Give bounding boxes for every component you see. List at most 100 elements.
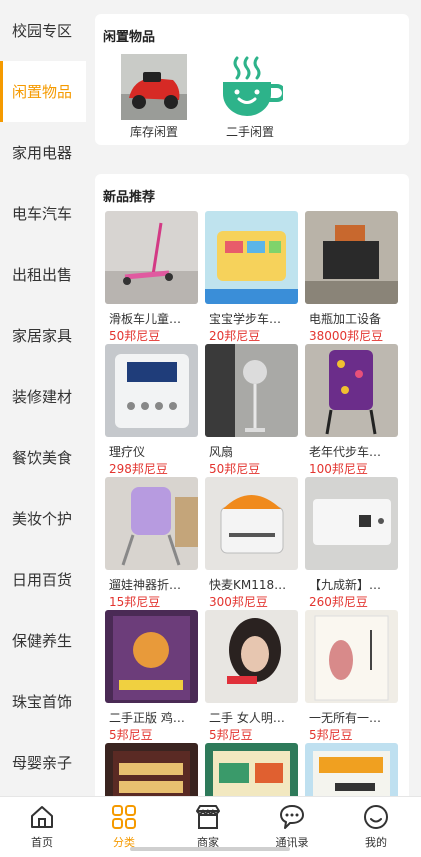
product-name: 二手正版 鸡… <box>109 711 185 725</box>
product-price: 38000邦尼豆 <box>309 329 384 343</box>
tab-label: 我的 <box>365 836 387 849</box>
product-item[interactable]: 一无所有一… 5邦尼豆 <box>305 610 398 743</box>
sidebar-item-label: 保健养生 <box>12 632 73 650</box>
new-products-card: 新品推荐 滑板车儿童… 50邦尼豆 宝宝学步车… 20邦尼豆 电瓶加工设备 38… <box>95 174 409 796</box>
category-content: 闲置物品 库存闲置 二手闲置 新品推荐 滑板车儿童… 50邦尼豆 宝宝学步车… … <box>86 0 421 796</box>
product-name: 快麦KM118… <box>209 578 287 592</box>
product-price: 5邦尼豆 <box>209 728 253 742</box>
product-thumbnail <box>105 477 198 570</box>
product-item[interactable]: 风扇 50邦尼豆 <box>205 344 298 477</box>
product-price: 100邦尼豆 <box>309 462 368 476</box>
sidebar-item-label: 出租出售 <box>12 266 73 284</box>
product-item[interactable]: 宝宝学步车… 20邦尼豆 <box>205 211 298 344</box>
product-name: 一无所有一… <box>309 711 382 725</box>
product-item[interactable]: 快麦KM118… 300邦尼豆 <box>205 477 298 610</box>
section-title: 闲置物品 <box>103 30 156 45</box>
product-item[interactable]: 【九成新】… 260邦尼豆 <box>305 477 398 610</box>
tab-merchant[interactable]: 商家 <box>166 803 250 850</box>
sidebar-item-label: 装修建材 <box>12 388 73 406</box>
category-second-hand[interactable]: 二手闲置 <box>205 54 295 140</box>
product-price: 50邦尼豆 <box>209 462 261 476</box>
product-item[interactable]: 遛娃神器折… 15邦尼豆 <box>105 477 198 610</box>
sidebar-item-appliances[interactable]: 家用电器 <box>0 122 86 183</box>
sidebar-item-label: 家用电器 <box>12 144 73 162</box>
product-name: 宝宝学步车… <box>209 312 282 326</box>
product-price: 15邦尼豆 <box>109 595 161 609</box>
toy-car-photo <box>121 54 187 120</box>
sidebar-item-idle[interactable]: 闲置物品 <box>0 61 86 122</box>
category-icon <box>112 805 136 829</box>
product-name: 二手 女人明… <box>209 711 285 725</box>
sidebar-item-rent-sale[interactable]: 出租出售 <box>0 244 86 305</box>
product-item[interactable]: 滑板车儿童… 50邦尼豆 <box>105 211 198 344</box>
product-price: 5邦尼豆 <box>109 728 153 742</box>
product-thumbnail <box>205 610 298 703</box>
product-thumbnail <box>305 610 398 703</box>
sidebar-item-daily[interactable]: 日用百货 <box>0 549 86 610</box>
sidebar-item-label: 家居家具 <box>12 327 73 345</box>
product-item[interactable]: 电瓶加工设备 38000邦尼豆 <box>305 211 398 344</box>
product-thumbnail <box>305 743 398 796</box>
product-name: 滑板车儿童… <box>109 312 182 326</box>
product-thumbnail <box>105 743 198 796</box>
product-item[interactable] <box>105 743 198 796</box>
product-item[interactable]: 老年代步车… 100邦尼豆 <box>305 344 398 477</box>
product-name: 遛娃神器折… <box>109 578 182 592</box>
sidebar-item-label: 闲置物品 <box>12 83 73 101</box>
sidebar-item-furniture[interactable]: 家居家具 <box>0 305 86 366</box>
category-label: 库存闲置 <box>129 125 178 139</box>
product-name: 风扇 <box>209 445 234 459</box>
tab-category[interactable]: 分类 <box>82 803 166 850</box>
bottom-tab-bar: 首页 分类 商家 通讯录 我的 <box>0 796 421 857</box>
product-item[interactable]: 理疗仪 298邦尼豆 <box>105 344 198 477</box>
sidebar-item-label: 日用百货 <box>12 571 73 589</box>
sidebar-item-label: 珠宝首饰 <box>12 693 73 711</box>
product-name: 理疗仪 <box>109 445 146 459</box>
product-price: 260邦尼豆 <box>309 595 368 609</box>
category-sidebar: 校园专区 闲置物品 家用电器 电车汽车 出租出售 家居家具 装修建材 餐饮美食 … <box>0 0 86 796</box>
chat-icon <box>280 805 304 829</box>
product-thumbnail <box>305 211 398 304</box>
shop-icon <box>196 805 220 829</box>
home-indicator <box>130 847 290 851</box>
product-name: 电瓶加工设备 <box>309 312 382 326</box>
product-price: 298邦尼豆 <box>109 462 168 476</box>
sidebar-item-campus[interactable]: 校园专区 <box>0 0 86 61</box>
tab-home[interactable]: 首页 <box>0 803 84 850</box>
sidebar-item-vehicles[interactable]: 电车汽车 <box>0 183 86 244</box>
product-price: 20邦尼豆 <box>209 329 261 343</box>
idle-goods-card: 闲置物品 库存闲置 二手闲置 <box>95 14 409 145</box>
sidebar-item-jewelry[interactable]: 珠宝首饰 <box>0 671 86 732</box>
category-stock-idle[interactable]: 库存闲置 <box>109 54 199 140</box>
product-price: 300邦尼豆 <box>209 595 268 609</box>
tab-profile[interactable]: 我的 <box>334 803 418 850</box>
tab-label: 首页 <box>31 836 53 849</box>
product-thumbnail <box>105 610 198 703</box>
product-thumbnail <box>205 211 298 304</box>
product-price: 5邦尼豆 <box>309 728 353 742</box>
sidebar-item-label: 电车汽车 <box>12 205 73 223</box>
sidebar-item-label: 母婴亲子 <box>12 754 73 772</box>
sidebar-item-food[interactable]: 餐饮美食 <box>0 427 86 488</box>
sidebar-item-label: 美妆个护 <box>12 510 73 528</box>
sidebar-item-building[interactable]: 装修建材 <box>0 366 86 427</box>
product-item[interactable]: 二手 女人明… 5邦尼豆 <box>205 610 298 743</box>
product-thumbnail <box>205 743 298 796</box>
sidebar-item-baby[interactable]: 母婴亲子 <box>0 732 86 793</box>
sidebar-item-beauty[interactable]: 美妆个护 <box>0 488 86 549</box>
tab-contacts[interactable]: 通讯录 <box>250 803 334 850</box>
profile-icon <box>364 805 388 829</box>
product-price: 50邦尼豆 <box>109 329 161 343</box>
sidebar-item-health[interactable]: 保健养生 <box>0 610 86 671</box>
product-name: 【九成新】… <box>309 578 382 592</box>
product-item[interactable] <box>305 743 398 796</box>
product-thumbnail <box>105 344 198 437</box>
sidebar-item-label: 校园专区 <box>12 22 73 40</box>
product-item[interactable] <box>205 743 298 796</box>
section-title: 新品推荐 <box>103 190 156 205</box>
product-item[interactable]: 二手正版 鸡… 5邦尼豆 <box>105 610 198 743</box>
coffee-cup-icon <box>223 56 283 116</box>
product-thumbnail <box>205 477 298 570</box>
product-thumbnail <box>305 477 398 570</box>
category-label: 二手闲置 <box>225 125 274 139</box>
